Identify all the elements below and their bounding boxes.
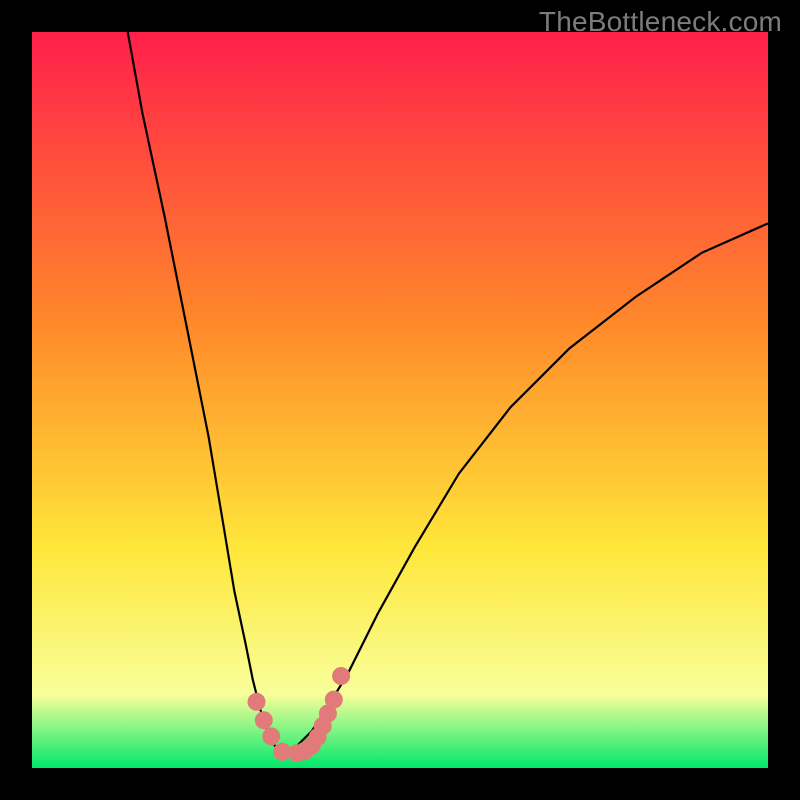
chart-svg [32,32,768,768]
marker-point [325,691,343,709]
watermark-text: TheBottleneck.com [539,6,782,38]
chart-frame: TheBottleneck.com [0,0,800,800]
gradient-background [32,32,768,768]
plot-area [32,32,768,768]
marker-point [248,693,266,711]
marker-point [255,711,273,729]
marker-point [332,667,350,685]
marker-point [262,727,280,745]
